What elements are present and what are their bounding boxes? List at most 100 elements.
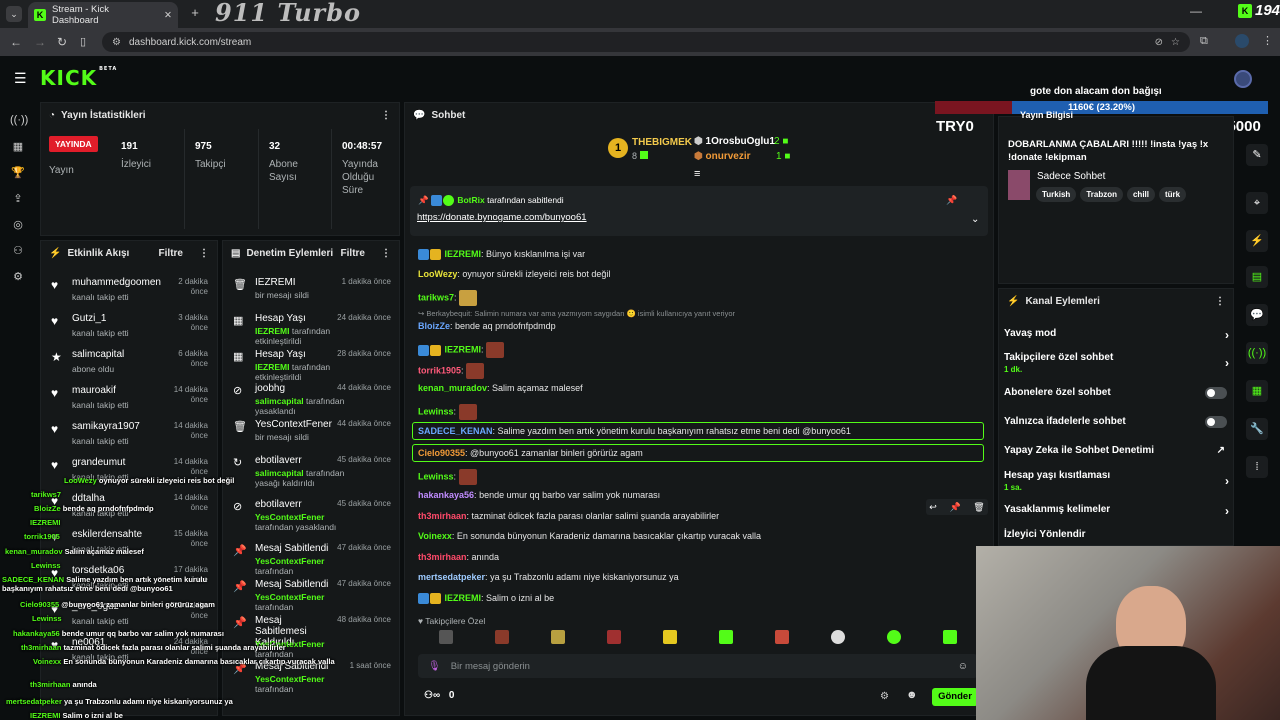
unpin-icon[interactable]: 📌 (946, 195, 957, 206)
delete-icon[interactable]: 🗑 (973, 502, 984, 513)
tag[interactable]: türk (1159, 187, 1187, 202)
moderation-filter[interactable]: Filtre (341, 248, 365, 259)
crosshair-icon[interactable]: ⌖ (1246, 192, 1268, 214)
emote-icon[interactable] (607, 630, 621, 644)
stream-icon[interactable]: ((·)) (10, 114, 28, 130)
slow-mode-row[interactable]: Yavaş mod › (1004, 328, 1229, 342)
channel-actions-menu-icon[interactable]: ⋮ (1215, 296, 1225, 307)
lightning-action-icon[interactable]: ⚡ (1246, 230, 1268, 252)
emote-icon[interactable] (551, 630, 565, 644)
edit-icon[interactable]: ✎ (1246, 144, 1268, 166)
chat-message[interactable]: th3mirhaan: anında (418, 552, 499, 562)
category-name[interactable]: Sadece Sohbet (1037, 171, 1105, 182)
reload-icon[interactable]: ↻ (57, 35, 67, 49)
layout-icon[interactable]: ▦ (1246, 380, 1268, 402)
upload-icon[interactable]: ⇪ (10, 192, 26, 208)
chat-message[interactable]: IEZREMI: Bünyo kısklanılma işi var (418, 249, 585, 261)
emote-icon[interactable] (943, 630, 957, 644)
ai-mod-row[interactable]: Yapay Zeka ile Sohbet Denetimi ↗ (1004, 445, 1229, 456)
chat-username[interactable]: tarikws7 (418, 292, 454, 302)
activity-filter[interactable]: Filtre (159, 248, 183, 259)
activity-menu-icon[interactable]: ⋮ (199, 248, 209, 259)
chat-message[interactable]: BloizZe: bende aq prndofnfpdmdp (418, 321, 556, 331)
chat-reply-context[interactable]: ↪ Berkaybequit: Salimin numara var ama y… (418, 309, 735, 318)
chat-username[interactable]: IEZREMI (445, 593, 482, 603)
microphone-icon[interactable]: 🎙 (428, 661, 441, 672)
activity-item[interactable]: ♥ Gutzi_1 kanalı takip etti 3 dakika önc… (41, 313, 216, 349)
chat-message[interactable]: LooWezy: oynuyor sürekli izleyeici reis … (418, 269, 610, 279)
chat-message[interactable]: th3mirhaan: tazminat ödicek fazla parası… (418, 511, 719, 521)
followers-chat-row[interactable]: Takipçilere özel sohbet 1 dk. › (1004, 352, 1229, 374)
site-info-icon[interactable]: ⚙ (112, 37, 121, 48)
banned-words-row[interactable]: Yasaklanmış kelimeler › (1004, 504, 1229, 518)
reply-icon[interactable]: ↩ (929, 502, 937, 513)
chat-message[interactable]: IEZREMI: (418, 342, 505, 358)
category-thumbnail[interactable] (1008, 170, 1030, 200)
new-tab-icon[interactable]: + (188, 6, 202, 20)
chat-username[interactable]: LooWezy (418, 269, 457, 279)
tag[interactable]: chill (1126, 187, 1155, 202)
kick-logo[interactable]: KICK BETA (40, 66, 117, 90)
chat-message[interactable]: tarikws7: (418, 290, 478, 306)
chat-message[interactable]: hakankaya56: bende umur qq barbo var sal… (418, 490, 660, 500)
chat-message[interactable]: IEZREMI: Salim o izni al be (418, 593, 554, 605)
chat-message[interactable]: torrik1905: (418, 363, 485, 379)
chat-username[interactable]: th3mirhaan (418, 511, 467, 521)
chat-message[interactable]: kenan_muradov: Salim açamaz malesef (418, 383, 583, 393)
clipboard-icon[interactable]: ▤ (1246, 266, 1268, 288)
user-avatar[interactable] (1234, 70, 1252, 88)
subs-chat-toggle[interactable] (1205, 387, 1227, 399)
chat-username[interactable]: IEZREMI (445, 344, 482, 354)
profile-avatar[interactable] (1235, 34, 1249, 48)
emoji-icon[interactable]: ☺ (958, 661, 968, 672)
wrench-icon[interactable]: 🔧 (1246, 418, 1268, 440)
extensions-icon[interactable]: ⧉ (1200, 35, 1208, 48)
chat-message[interactable]: mertsedatpeker: ya şu Trabzonlu adamı ni… (418, 572, 679, 582)
emote-icon[interactable] (495, 630, 509, 644)
bookmark-star-icon[interactable]: ☆ (1171, 37, 1180, 48)
chat-settings-icon[interactable]: ⚙ (880, 691, 889, 702)
chat-username[interactable]: torrik1905 (418, 365, 461, 375)
leader3[interactable]: ⬢ onurvezir (694, 151, 751, 162)
tag[interactable]: Turkish (1036, 187, 1077, 202)
chat-username[interactable]: Voinexx (418, 531, 452, 541)
chat-username[interactable]: kenan_muradov (418, 383, 487, 393)
tab-search-icon[interactable]: ⌄ (6, 6, 22, 22)
raid-row[interactable]: İzleyici Yönlendir (1004, 529, 1229, 540)
chat-message[interactable]: Lewinss: (418, 404, 477, 420)
close-tab-icon[interactable]: ✕ (164, 10, 172, 21)
chat-input[interactable]: 🎙 Bir mesaj gönderin ☺ (418, 654, 978, 678)
sidebar-toggle-icon[interactable]: ▯ (80, 35, 86, 48)
emote-icon[interactable] (439, 630, 453, 644)
stats-menu-icon[interactable]: ⋮ (381, 110, 391, 121)
leader2[interactable]: ⬢ 1OrosbuOglu1 (694, 136, 775, 147)
chat-username[interactable]: mertsedatpeker (418, 572, 485, 582)
activity-item[interactable]: ♥ grandeumut kanalı takip etti 14 dakika… (41, 457, 216, 493)
expand-leaderboard-icon[interactable]: ≡ (694, 168, 700, 180)
settings-gear-icon[interactable]: ⚙ (10, 270, 26, 286)
chat-username[interactable]: IEZREMI (445, 249, 482, 259)
trophy-icon[interactable]: 🏆 (10, 166, 26, 182)
activity-item[interactable]: ★ salimcapital abone oldu 6 dakika önce (41, 349, 216, 385)
broadcast-icon[interactable]: ((·)) (1246, 342, 1268, 364)
account-age-row[interactable]: Hesap yaşı kısıtlaması 1 sa. › (1004, 470, 1229, 492)
chat-username[interactable]: BloizZe (418, 321, 450, 331)
chat-message[interactable]: Lewinss: (418, 469, 477, 485)
send-button[interactable]: Gönder (932, 688, 978, 706)
eye-off-icon[interactable]: ⊘ (1155, 37, 1163, 48)
chevron-down-icon[interactable]: ⌄ (971, 214, 979, 225)
target-icon[interactable]: ◎ (10, 218, 26, 234)
more-icon[interactable]: ⁞ (1246, 456, 1268, 478)
pin-message-icon[interactable]: 📌 (949, 502, 960, 513)
emote-icon[interactable] (831, 630, 845, 644)
forward-icon[interactable]: → (34, 35, 46, 49)
channel-points[interactable]: ⚇∞ 0 (424, 690, 454, 701)
browser-menu-icon[interactable]: ⋮ (1262, 34, 1273, 47)
emote-icon[interactable] (775, 630, 789, 644)
chat-message[interactable]: Voinexx: En sonunda bünyonun Karadeniz d… (418, 531, 761, 541)
emote-icon[interactable] (663, 630, 677, 644)
back-icon[interactable]: ← (10, 35, 22, 49)
users-icon[interactable]: ⚇ (10, 244, 26, 260)
activity-item[interactable]: ♥ mauroakif kanalı takip etti 14 dakika … (41, 385, 216, 421)
hamburger-menu-icon[interactable]: ☰ (14, 70, 27, 87)
